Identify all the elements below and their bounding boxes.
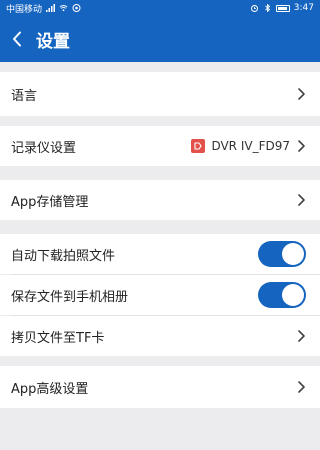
page-title: 设置	[36, 31, 70, 52]
setting-recorder-label: 记录仪设置	[11, 140, 77, 156]
bluetooth-icon	[264, 4, 270, 12]
notification-icon	[72, 4, 81, 12]
battery-icon	[275, 4, 290, 12]
chevron-right-icon	[298, 381, 305, 393]
app-bar: 设置	[0, 16, 320, 62]
setting-recorder[interactable]: 记录仪设置 DVR IV_FD97	[0, 126, 320, 166]
chevron-right-icon	[298, 194, 305, 206]
wifi-icon	[59, 5, 68, 12]
back-button[interactable]	[0, 16, 34, 62]
chevron-right-icon	[298, 88, 305, 100]
setting-advanced[interactable]: App高级设置	[0, 366, 320, 408]
dvr-device-icon	[191, 139, 206, 153]
setting-language-label: 语言	[11, 88, 38, 104]
setting-auto-download-label: 自动下载拍照文件	[11, 248, 116, 264]
setting-copy-to-tf-label: 拷贝文件至TF卡	[11, 330, 105, 346]
setting-auto-download: 自动下载拍照文件	[0, 234, 320, 274]
status-bar: 中国移动 3:47	[0, 0, 320, 16]
chevron-left-icon	[13, 31, 21, 47]
alarm-icon	[250, 5, 258, 12]
setting-storage[interactable]: App存储管理	[0, 180, 320, 220]
chevron-right-icon	[298, 140, 305, 152]
setting-advanced-label: App高级设置	[11, 381, 89, 397]
setting-copy-to-tf[interactable]: 拷贝文件至TF卡	[0, 316, 320, 356]
signal-icon	[46, 4, 56, 12]
setting-save-to-album: 保存文件到手机相册	[0, 275, 320, 315]
chevron-right-icon	[298, 330, 305, 342]
connected-device-name: DVR IV_FD97	[211, 139, 290, 153]
setting-storage-label: App存储管理	[11, 194, 89, 210]
clock: 3:47	[293, 3, 314, 13]
auto-download-toggle[interactable]	[258, 241, 306, 267]
setting-save-to-album-label: 保存文件到手机相册	[11, 289, 129, 305]
save-to-album-toggle[interactable]	[258, 282, 306, 308]
setting-language[interactable]: 语言	[0, 72, 320, 116]
carrier-label: 中国移动	[6, 4, 43, 15]
